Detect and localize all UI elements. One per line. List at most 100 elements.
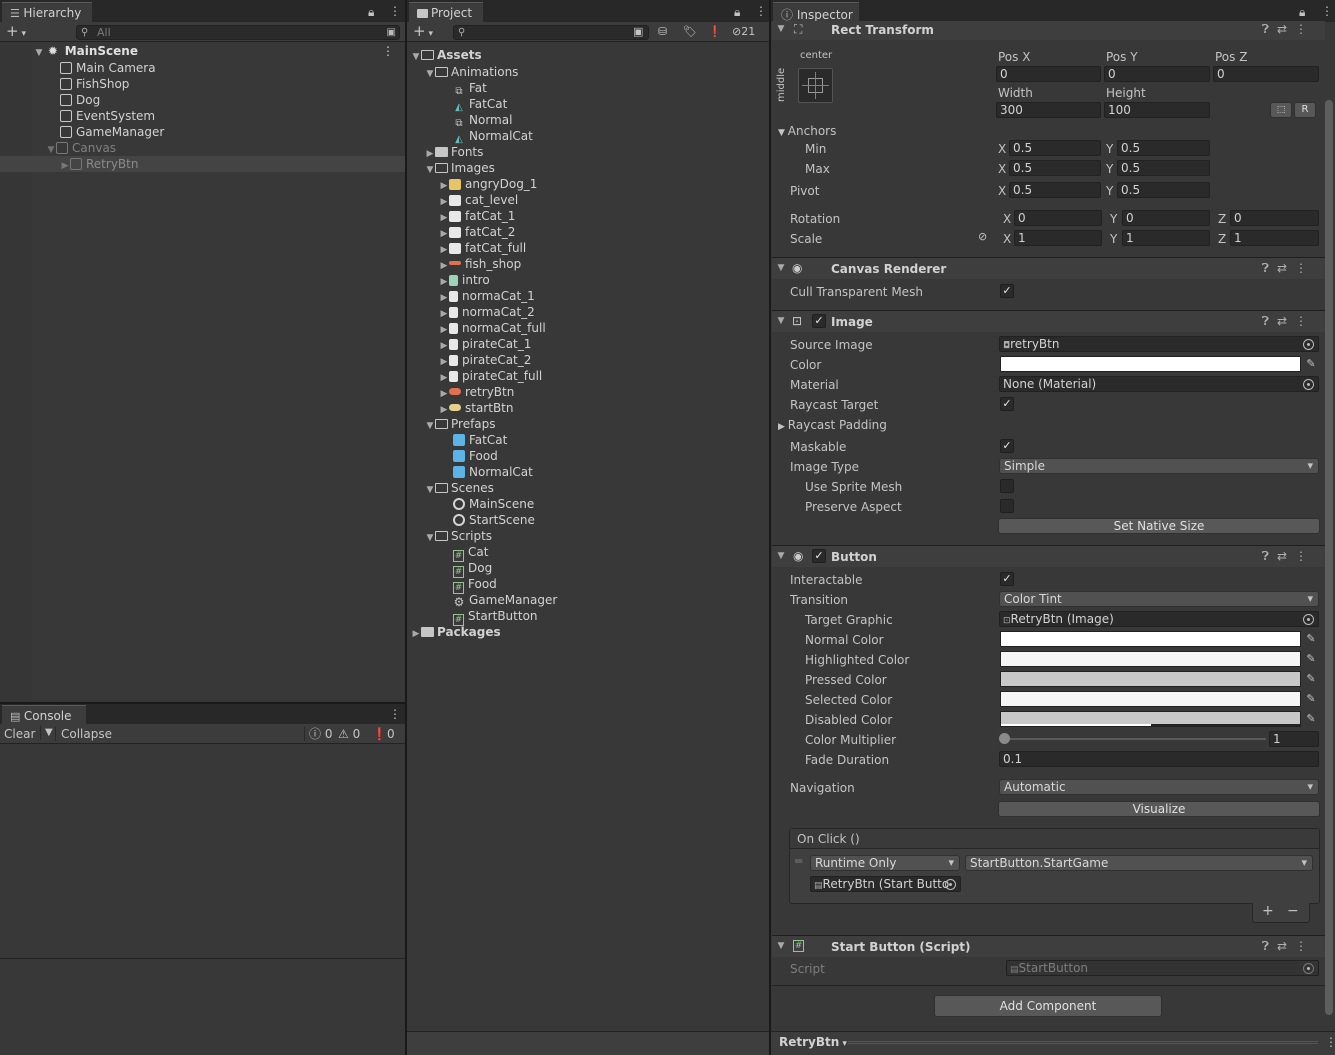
scale-y-field[interactable]: 1 [1122,230,1210,246]
script-food[interactable]: # Food [453,576,497,594]
anchor-preset-button[interactable] [798,68,833,103]
rotation-y-field[interactable]: 0 [1122,210,1210,226]
image-type-dropdown[interactable]: Simple [999,458,1319,474]
image-cat-level[interactable]: ▶ cat_level [439,192,519,208]
runtime-dropdown[interactable]: Runtime Only [810,855,960,871]
max-x-field[interactable]: 0.5 [1009,160,1101,176]
add-dropdown-button[interactable]: + ▾ [6,24,26,41]
expand-arrow-icon[interactable]: ▶ [778,422,788,432]
image-piratecat-2[interactable]: ▶ pirateCat_2 [439,352,532,368]
prefab-fatcat[interactable]: FatCat [453,432,507,448]
add-event-button[interactable]: + [1262,903,1274,919]
expand-arrow-icon[interactable]: ▼ [411,49,421,65]
pos-y-field[interactable]: 0 [1104,66,1210,82]
pivot-x-field[interactable]: 0.5 [1009,182,1101,198]
set-native-size-button[interactable]: Set Native Size [998,518,1320,534]
raw-edit-button[interactable]: R [1294,102,1316,118]
image-fatcat-1[interactable]: ▶ fatCat_1 [439,208,516,224]
create-dropdown-button[interactable]: + ▾ [413,24,433,41]
folder-fonts[interactable]: ▶ Fonts [425,144,484,160]
selected-color-swatch[interactable] [1000,691,1301,707]
hierarchy-item-dog[interactable]: Dog [60,92,100,108]
hierarchy-item-canvas[interactable]: ▼ Canvas [46,140,117,156]
object-picker-icon[interactable] [1303,339,1314,350]
tag-icon[interactable]: 🏷︎ [683,25,697,39]
color-multiplier-slider-track[interactable] [1004,738,1266,740]
target-object-field[interactable]: ▤RetryBtn (Start Butto [810,876,961,892]
folder-animations[interactable]: ▼ Animations [425,64,519,80]
script-startbutton[interactable]: # StartButton [453,608,538,626]
navigation-dropdown[interactable]: Automatic [999,779,1319,795]
more-menu-icon[interactable]: ⋮ [1321,4,1333,18]
cull-transparent-checkbox[interactable]: ✓ [1000,284,1014,298]
image-fish-shop[interactable]: ▶ fish_shop [439,256,522,272]
object-picker-icon[interactable] [1303,379,1314,390]
prefab-normalcat[interactable]: NormalCat [453,464,533,480]
rect-transform-header[interactable]: ▼ ⛶ Rect Transform ❓︎⇄⋮ [772,21,1325,40]
target-graphic-field[interactable]: ⊡RetryBtn (Image) [999,611,1319,627]
collapse-arrow-icon[interactable]: ▼ [776,316,786,326]
collapse-arrow-icon[interactable]: ▼ [776,941,786,951]
image-normacat-2[interactable]: ▶ normaCat_2 [439,304,535,320]
expand-arrow-icon[interactable]: ▶ [60,158,70,174]
source-image-field[interactable]: ◘retryBtn [999,336,1319,352]
use-sprite-mesh-checkbox[interactable] [1000,479,1014,493]
rotation-x-field[interactable]: 0 [1014,210,1102,226]
image-intro[interactable]: ▶ intro [439,272,490,288]
pos-z-field[interactable]: 0 [1213,66,1319,82]
expand-arrow-icon[interactable]: ▶ [411,626,421,642]
interactable-checkbox[interactable]: ✓ [1000,572,1014,586]
image-normacat-1[interactable]: ▶ normaCat_1 [439,288,535,304]
max-y-field[interactable]: 0.5 [1117,160,1210,176]
image-enabled-checkbox[interactable]: ✓ [812,314,826,328]
asset-fat[interactable]: ⧉ Fat [453,80,486,97]
function-dropdown[interactable]: StartButton.StartGame [965,855,1313,871]
script-dog[interactable]: # Dog [453,560,492,578]
component-header-icons[interactable]: ❓︎⇄⋮ [1262,314,1315,329]
add-component-button[interactable]: Add Component [934,995,1162,1017]
component-header-icons[interactable]: ❓︎⇄⋮ [1262,261,1315,276]
disabled-color-swatch[interactable] [1000,711,1301,727]
fade-duration-field[interactable]: 0.1 [999,751,1319,767]
search-by-type-icon[interactable]: ▣ [633,25,643,39]
tab-project[interactable]: Project [409,2,483,22]
raycast-target-checkbox[interactable]: ✓ [1000,397,1014,411]
object-picker-icon[interactable] [1303,614,1314,625]
image-retrybtn[interactable]: ▶ retryBtn [439,384,515,400]
image-piratecat-full[interactable]: ▶ pirateCat_full [439,368,543,384]
collapse-arrow-icon[interactable]: ▼ [776,551,786,561]
remove-event-button[interactable]: − [1287,903,1299,919]
script-gamemanager[interactable]: ⚙ GameManager [453,592,558,608]
image-piratecat-1[interactable]: ▶ pirateCat_1 [439,336,532,352]
drag-handle-icon[interactable]: ═ [795,854,802,868]
color-multiplier-field[interactable]: 1 [1269,731,1319,747]
color-swatch[interactable] [1000,356,1301,372]
prefab-food[interactable]: Food [453,448,498,464]
image-angrydog-1[interactable]: ▶ angryDog_1 [439,176,538,192]
scale-z-field[interactable]: 1 [1230,230,1319,246]
object-picker-icon[interactable] [945,879,956,890]
preserve-aspect-checkbox[interactable] [1000,499,1014,513]
hierarchy-item-gamemanager[interactable]: GameManager [60,124,164,140]
pivot-y-field[interactable]: 0.5 [1117,182,1210,198]
preview-drag-bar[interactable] [848,1041,1318,1044]
rotation-z-field[interactable]: 0 [1230,210,1319,226]
constrain-proportions-icon[interactable]: ⊘ [978,230,987,243]
canvas-renderer-header[interactable]: ▼ ◉ Canvas Renderer ❓︎⇄⋮ [772,257,1325,279]
button-header[interactable]: ▼ ◉ ✓ Button ❓︎⇄⋮ [772,545,1325,567]
expand-arrow-icon[interactable]: ▼ [425,482,435,498]
width-field[interactable]: 300 [996,102,1101,118]
min-y-field[interactable]: 0.5 [1117,140,1210,156]
component-header-icons[interactable]: ❓︎⇄⋮ [1262,22,1315,37]
collapse-button[interactable]: Collapse [55,727,112,741]
component-header-icons[interactable]: ❓︎⇄⋮ [1262,939,1315,954]
hierarchy-item-fishshop[interactable]: FishShop [60,76,129,92]
raycast-padding-foldout[interactable]: ▶ Raycast Padding [778,418,887,432]
hierarchy-item-eventsystem[interactable]: EventSystem [60,108,155,124]
blueprint-mode-button[interactable]: ⬚ [1270,102,1292,118]
min-x-field[interactable]: 0.5 [1009,140,1101,156]
asset-normalcat-anim[interactable]: ◭ NormalCat [453,128,533,145]
expand-arrow-icon[interactable]: ▼ [425,162,435,178]
expand-arrow-icon[interactable]: ▼ [778,128,788,138]
clear-button[interactable]: Clear [4,727,35,741]
